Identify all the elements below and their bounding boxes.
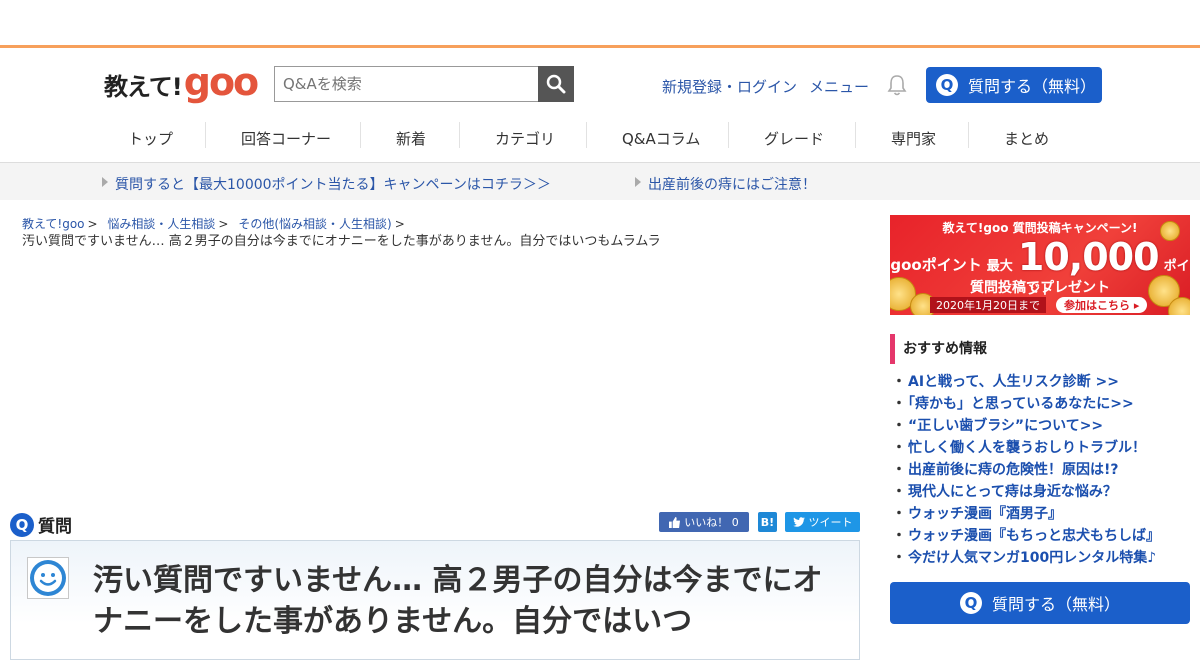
top-ad-strip: [0, 0, 1200, 48]
tweet-label: ツイート: [808, 516, 853, 529]
banner-brand: gooポイント: [890, 256, 982, 274]
nav-divider: [968, 122, 969, 148]
ask-question-button[interactable]: Q 質問する（無料）: [926, 67, 1102, 103]
list-item[interactable]: ・ AIと戦って、人生リスク診断 >>: [892, 371, 1160, 393]
list-item[interactable]: ・現代人にとって痔は身近な悩み？: [892, 481, 1160, 503]
banner-max-label: 最大: [986, 259, 1013, 274]
nav-item-matome[interactable]: まとめ: [1004, 128, 1049, 149]
search-icon: [546, 74, 566, 94]
nav-item-grade[interactable]: グレード: [764, 128, 824, 149]
question-card: 汚い質問ですいません… 高２男子の自分は今までにオナニーをした事がありません。自…: [10, 540, 860, 660]
nav-item-column[interactable]: Q&Aコラム: [622, 128, 700, 149]
recommend-link: ウォッチ漫画『酒男子』: [908, 506, 1062, 522]
hatena-bookmark-button[interactable]: B!: [758, 512, 777, 532]
ask-question-label: 質問する（無料）: [968, 77, 1097, 96]
nav-divider: [586, 122, 587, 148]
breadcrumb-separator: >: [394, 217, 405, 231]
list-item[interactable]: ・ “正しい歯ブラシ”について>>: [892, 415, 1160, 437]
recommend-link: AIと戦って、人生リスク診断 >>: [908, 374, 1119, 390]
notice-bar: 質問すると【最大10000ポイント当たる】キャンペーンはコチラ＞＞ 出産前後の痔…: [0, 163, 1200, 200]
login-link[interactable]: 新規登録・ログイン: [662, 76, 797, 97]
recommend-link: 忙しく働く人を襲うおしりトラブル！: [908, 440, 1146, 456]
nav-divider: [205, 122, 206, 148]
recommend-link: 「痔かも」と思っているあなたに>>: [908, 396, 1134, 412]
banner-subtitle: 質問投稿でプレゼント: [970, 280, 1110, 296]
nav-item-category[interactable]: カテゴリ: [495, 128, 555, 149]
banner-heading: 教えて!goo 質問投稿キャンペーン!: [942, 221, 1138, 235]
list-item[interactable]: ・ウォッチ漫画『酒男子』: [892, 503, 1160, 525]
nav-item-new[interactable]: 新着: [396, 128, 426, 149]
bullet: ・: [892, 374, 906, 390]
list-item[interactable]: ・出産前後に痔の危険性！原因は!?: [892, 459, 1160, 481]
list-item[interactable]: ・「痔かも」と思っているあなたに>>: [892, 393, 1160, 415]
recommend-link: 今だけ人気マンガ100円レンタル特集♪: [908, 550, 1157, 566]
user-smiley-icon: [30, 560, 66, 596]
recommend-link: 現代人にとって痔は身近な悩み？: [908, 484, 1117, 500]
list-item[interactable]: ・ウォッチ漫画『もちっと忠犬もちしば』: [892, 525, 1160, 547]
site-logo[interactable]: 教えて! goo: [104, 60, 259, 104]
bullet: ・: [892, 506, 906, 522]
breadcrumb-separator: >: [218, 217, 229, 231]
nav-divider: [459, 122, 460, 148]
banner-cta: 参加はこちら ▸: [1056, 297, 1148, 313]
twitter-bird-icon: [792, 517, 805, 527]
like-label: いいね！ 0: [684, 516, 739, 529]
bullet: ・: [892, 418, 906, 434]
bell-icon[interactable]: [886, 73, 908, 97]
recommend-link: 出産前後に痔の危険性！原因は!?: [908, 462, 1119, 478]
search-input[interactable]: [274, 66, 538, 102]
search-button[interactable]: [538, 66, 574, 102]
notice-health-link[interactable]: 出産前後の痔にはご注意！: [635, 174, 816, 194]
question-heading: Q 質問: [10, 512, 72, 537]
breadcrumb-item[interactable]: 悩み相談・人生相談: [107, 217, 215, 231]
list-item[interactable]: ・今だけ人気マンガ100円レンタル特集♪: [892, 547, 1160, 569]
nav-divider: [728, 122, 729, 148]
sidebar-ask-label: 質問する（無料）: [991, 595, 1120, 614]
breadcrumb-separator: >: [87, 217, 98, 231]
avatar[interactable]: [27, 557, 69, 599]
notice-campaign-link[interactable]: 質問すると【最大10000ポイント当たる】キャンペーンはコチラ＞＞: [102, 174, 551, 194]
tweet-button[interactable]: ツイート: [785, 512, 860, 532]
logo-text: 教えて!: [104, 73, 183, 101]
bullet: ・: [892, 462, 906, 478]
bullet: ・: [892, 396, 906, 412]
q-icon: Q: [10, 512, 34, 537]
question-section-label: 質問: [38, 517, 72, 537]
bullet: ・: [892, 484, 906, 500]
recommend-link: “正しい歯ブラシ”について>>: [908, 418, 1104, 434]
bullet: ・: [892, 550, 906, 566]
recommend-link: ウォッチ漫画『もちっと忠犬もちしば』: [908, 528, 1160, 544]
search-form: [274, 66, 574, 102]
breadcrumb-item[interactable]: その他(悩み相談・人生相談): [238, 217, 391, 231]
thumbs-up-icon: [669, 516, 681, 528]
bullet: ・: [892, 528, 906, 544]
recommend-list: ・ AIと戦って、人生リスク診断 >> ・「痔かも」と思っているあなたに>> ・ “…: [892, 371, 1160, 569]
banner-deadline: 2020年1月20日まで: [930, 297, 1046, 313]
menu-link[interactable]: メニュー: [809, 76, 869, 97]
sidebar-ask-button[interactable]: Q 質問する（無料）: [890, 582, 1190, 624]
q-icon: Q: [936, 74, 958, 96]
bullet: ・: [892, 440, 906, 456]
global-nav: トップ 回答コーナー 新着 カテゴリ Q&Aコラム グレード 専門家 まとめ: [0, 118, 1200, 163]
nav-item-answer-corner[interactable]: 回答コーナー: [241, 128, 331, 149]
nav-item-top[interactable]: トップ: [128, 128, 173, 149]
list-item[interactable]: ・忙しく働く人を襲うおしりトラブル！: [892, 437, 1160, 459]
breadcrumb-item[interactable]: 教えて!goo: [22, 217, 85, 231]
recommend-heading: おすすめ情報: [890, 334, 987, 364]
banner-amount-value: 10,000: [1017, 235, 1160, 279]
breadcrumb-current: 汚い質問ですいません… 高２男子の自分は今までにオナニーをした事がありません。自…: [22, 234, 661, 249]
q-icon: Q: [959, 592, 982, 614]
nav-divider: [855, 122, 856, 148]
logo-brand: goo: [183, 60, 259, 104]
nav-item-expert[interactable]: 専門家: [891, 128, 936, 149]
campaign-banner[interactable]: 教えて!goo 質問投稿キャンペーン! gooポイント 最大 10,000 ポイ…: [890, 215, 1190, 315]
like-button[interactable]: いいね！ 0: [659, 512, 749, 532]
nav-divider: [360, 122, 361, 148]
